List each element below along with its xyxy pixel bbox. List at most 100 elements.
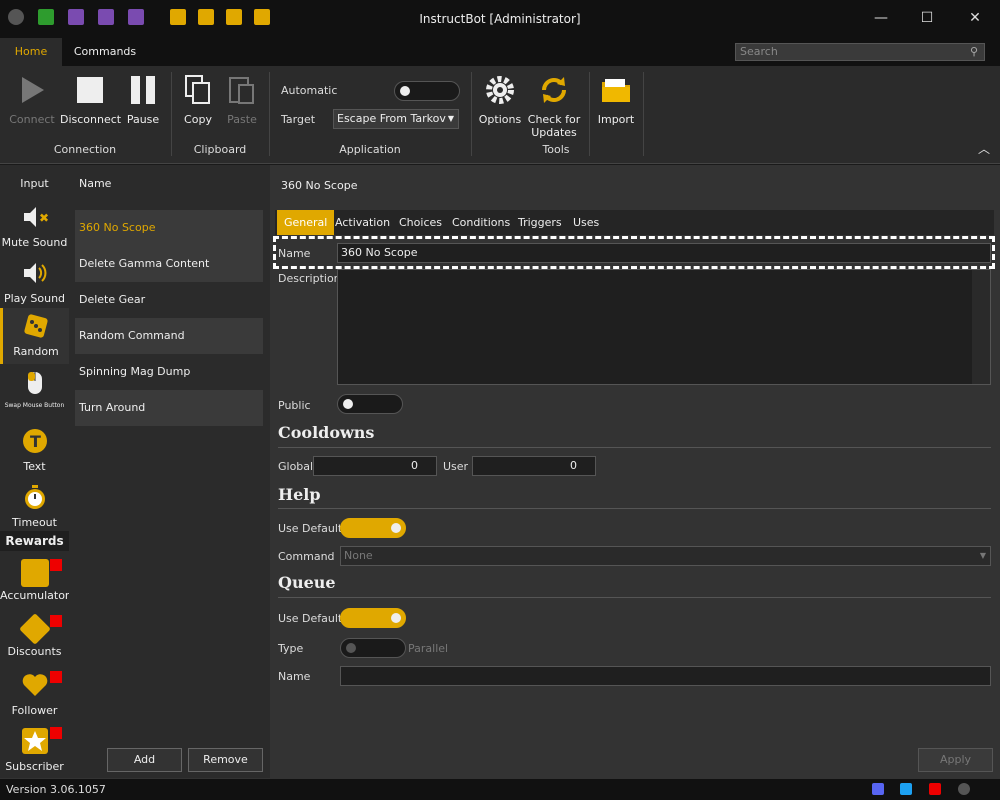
speaker-icon [23, 263, 46, 283]
tab-general[interactable]: General [277, 210, 335, 235]
connect-button[interactable]: Connect [8, 66, 56, 126]
list-item[interactable]: Delete Gamma Content [75, 246, 263, 282]
queue-name-field[interactable] [340, 666, 991, 686]
youtube-icon[interactable] [929, 783, 941, 795]
nav-item-random[interactable]: Random [0, 308, 69, 364]
tab-home[interactable]: Home [0, 38, 62, 66]
locked-badge [50, 727, 62, 739]
dice-icon [24, 314, 48, 338]
nav-item-timeout[interactable]: Timeout [0, 479, 69, 535]
copy-button[interactable]: Copy [180, 66, 216, 126]
description-field[interactable] [337, 269, 991, 385]
import-button[interactable]: Import [594, 66, 638, 126]
paste-label: Paste [227, 113, 257, 126]
connect-label: Connect [9, 113, 55, 126]
status-bar: Version 3.06.1057 [0, 778, 1000, 800]
text-icon: T [22, 429, 47, 453]
paste-button[interactable]: Paste [222, 66, 262, 126]
stopwatch-icon [24, 485, 45, 509]
public-toggle[interactable] [337, 394, 403, 414]
search-input[interactable]: Search [735, 43, 985, 61]
tab-triggers[interactable]: Triggers [511, 210, 569, 235]
collapse-ribbon-icon[interactable]: ︿ [978, 140, 990, 157]
add-button[interactable]: Add [107, 748, 182, 772]
pause-label: Pause [126, 113, 160, 126]
nav-label: Mute Sound [1, 236, 68, 249]
queue-header: Queue [278, 573, 336, 592]
check-updates-label-2: Updates [531, 126, 577, 139]
app-logo-icon[interactable] [958, 783, 970, 795]
tab-uses[interactable]: Uses [566, 210, 606, 235]
automatic-label: Automatic [281, 84, 338, 97]
nav-item-input[interactable]: Input [0, 143, 69, 199]
tab-activation[interactable]: Activation [328, 210, 397, 235]
command-select[interactable]: None ▼ [340, 546, 991, 566]
locked-badge [50, 559, 62, 571]
nav-item-text[interactable]: T Text [0, 423, 69, 479]
automatic-toggle[interactable] [394, 81, 460, 101]
type-value: Parallel [408, 642, 449, 655]
global-label: Global [278, 460, 314, 473]
list-header: Name [79, 177, 112, 190]
discord-icon[interactable] [872, 783, 884, 795]
accumulator-icon [20, 559, 49, 587]
nav-item-swap-mouse-button[interactable]: Swap Mouse Button [0, 365, 69, 421]
target-select[interactable]: Escape From Tarkov ▼ [333, 109, 459, 129]
nav-item-follower[interactable]: Follower [0, 667, 69, 723]
options-button[interactable]: Options [478, 66, 522, 126]
ribbon-tab-bar: Home Commands Search ⚲ [0, 38, 1000, 66]
global-cooldown-field[interactable]: 0 [313, 456, 437, 476]
type-label: Type [278, 642, 304, 655]
disconnect-button[interactable]: Disconnect [60, 66, 121, 126]
scrollbar[interactable] [972, 270, 990, 384]
twitter-icon[interactable] [900, 783, 912, 795]
queue-type-toggle[interactable] [340, 638, 406, 658]
description-label: Description [278, 272, 341, 285]
group-application: Application [339, 143, 401, 156]
search-icon[interactable]: ⚲ [970, 45, 978, 58]
nav-item-discounts[interactable]: Discounts [0, 611, 69, 667]
ribbon-separator [589, 72, 590, 156]
apply-button[interactable]: Apply [918, 748, 993, 772]
remove-button[interactable]: Remove [188, 748, 263, 772]
tab-conditions[interactable]: Conditions [445, 210, 517, 235]
title-bar: InstructBot [Administrator] — ☐ ✕ [0, 0, 1000, 38]
input-icon [21, 147, 49, 175]
pause-icon [131, 76, 155, 104]
nav-item-accumulator[interactable]: Accumulator [0, 555, 69, 611]
tab-commands[interactable]: Commands [66, 38, 144, 66]
nav-item-play-sound[interactable]: Play Sound [0, 255, 69, 311]
help-use-default-toggle[interactable] [340, 518, 406, 538]
nav-item-mute-sound[interactable]: ✖ Mute Sound [0, 199, 69, 255]
version-label: Version 3.06.1057 [6, 783, 106, 796]
ribbon: Connect Disconnect Pause Connection Copy… [0, 66, 1000, 164]
queue-name-label: Name [278, 670, 311, 683]
nav-label: Follower [11, 704, 58, 717]
nav-label: Input [20, 177, 49, 190]
list-item[interactable]: 360 No Scope [75, 210, 263, 246]
check-updates-label-1: Check for [527, 113, 581, 126]
list-item[interactable]: Delete Gear [75, 282, 263, 318]
nav-label: Swap Mouse Button [4, 402, 65, 409]
list-item[interactable]: Spinning Mag Dump [75, 354, 263, 390]
user-cooldown-field[interactable]: 0 [472, 456, 596, 476]
import-label: Import [597, 113, 635, 126]
list-item[interactable]: Turn Around [75, 390, 263, 426]
group-tools: Tools [542, 143, 570, 156]
tab-choices[interactable]: Choices [392, 210, 449, 235]
nav-item-subscriber[interactable]: Subscriber [0, 723, 69, 779]
queue-use-default-toggle[interactable] [340, 608, 406, 628]
close-button[interactable]: ✕ [952, 4, 998, 32]
refresh-icon [542, 77, 566, 103]
nav-label: Subscriber [5, 760, 64, 773]
minimize-button[interactable]: — [858, 4, 904, 32]
command-detail: 360 No Scope General Activation Choices … [270, 165, 1000, 778]
name-field[interactable]: 360 No Scope [337, 243, 991, 263]
locked-badge [50, 615, 62, 627]
pause-button[interactable]: Pause [122, 66, 164, 126]
queue-use-default-label: Use Default [278, 612, 343, 625]
list-item[interactable]: Random Command [75, 318, 263, 354]
check-updates-button[interactable]: Check for Updates [526, 66, 582, 139]
name-label: Name [278, 247, 311, 260]
maximize-button[interactable]: ☐ [904, 4, 950, 32]
